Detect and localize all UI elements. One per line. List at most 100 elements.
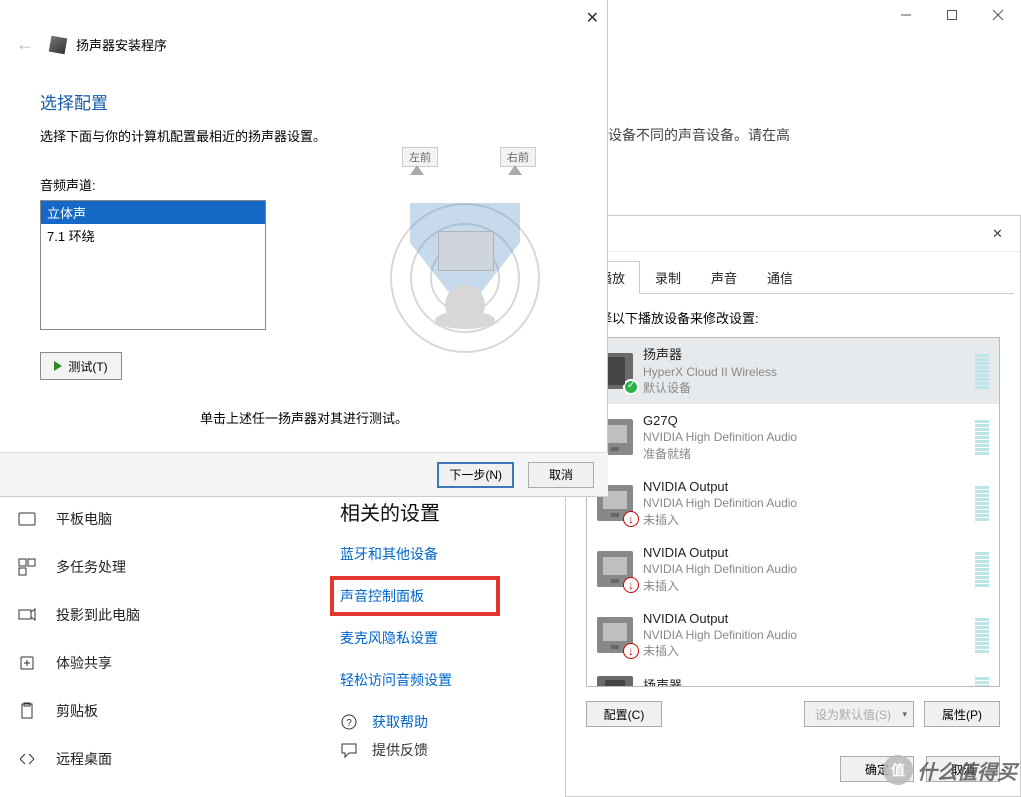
watermark: 值 什么值得买 (883, 755, 1017, 785)
unplugged-icon: ↓ (623, 643, 639, 659)
sidebar-item-label: 剪贴板 (56, 701, 98, 721)
device-row[interactable]: 扬声器HyperX Cloud II Wireless默认设备 (587, 338, 999, 404)
listener-icon (445, 285, 485, 325)
device-sub: NVIDIA High Definition Audio (643, 429, 965, 445)
share-icon (18, 654, 36, 672)
device-list[interactable]: 扬声器HyperX Cloud II Wireless默认设备G27QNVIDI… (586, 337, 1000, 687)
link-sound-control-panel[interactable]: 声音控制面板 (340, 586, 490, 606)
device-row[interactable]: ↓NVIDIA OutputNVIDIA High Definition Aud… (587, 602, 999, 668)
level-meter (975, 676, 989, 687)
tab-comm[interactable]: 通信 (752, 261, 808, 294)
minimize-button[interactable] (883, 0, 929, 30)
cancel-button[interactable]: 取消 (528, 462, 594, 488)
properties-button[interactable]: 属性(P) (924, 701, 1000, 727)
channel-option-stereo[interactable]: 立体声 (41, 201, 265, 224)
sidebar-item-label: 多任务处理 (56, 557, 126, 577)
sidebar-item-clipboard[interactable]: 剪贴板 (10, 687, 310, 735)
watermark-text: 什么值得买 (917, 756, 1017, 785)
level-meter (975, 353, 989, 389)
speaker-right-icon[interactable] (508, 165, 522, 175)
settings-fragment-text: 设备不同的声音设备。请在高 (608, 125, 790, 145)
maximize-button[interactable] (929, 0, 975, 30)
device-row[interactable]: 扬声器Realtek(R) Audio (587, 668, 999, 687)
unplugged-icon: ↓ (623, 577, 639, 593)
device-status: 默认设备 (643, 380, 965, 396)
link-bluetooth[interactable]: 蓝牙和其他设备 (340, 544, 560, 564)
sidebar-item-tablet[interactable]: 平板电脑 (10, 495, 310, 543)
channel-list[interactable]: 立体声 7.1 环绕 (40, 200, 266, 330)
play-icon (54, 361, 62, 371)
device-name: G27Q (643, 412, 965, 430)
project-icon (18, 606, 36, 624)
sidebar-item-multitask[interactable]: 多任务处理 (10, 543, 310, 591)
highlight-sound-control-panel: 声音控制面板 (330, 576, 500, 616)
close-icon[interactable]: ✕ (992, 226, 1010, 242)
device-info: G27QNVIDIA High Definition Audio准备就绪 (643, 412, 965, 462)
sound-instruction: 选择以下播放设备来修改设置: (566, 294, 1020, 337)
level-meter (975, 485, 989, 521)
device-sub: HyperX Cloud II Wireless (643, 364, 965, 380)
back-icon[interactable]: ← (10, 34, 40, 55)
test-button[interactable]: 测试(T) (40, 352, 122, 380)
related-settings: 相关的设置 蓝牙和其他设备 声音控制面板 麦克风隐私设置 轻松访问音频设置 ? … (340, 497, 560, 760)
wizard-footer: 下一步(N) 取消 (0, 452, 608, 496)
device-info: NVIDIA OutputNVIDIA High Definition Audi… (643, 544, 965, 594)
svg-text:?: ? (346, 718, 352, 729)
unplugged-icon: ↓ (623, 511, 639, 527)
channel-option-71[interactable]: 7.1 环绕 (41, 224, 265, 247)
device-row[interactable]: ↓NVIDIA OutputNVIDIA High Definition Aud… (587, 470, 999, 536)
tab-record[interactable]: 录制 (640, 261, 696, 294)
clipboard-icon (18, 702, 36, 720)
device-info: 扬声器Realtek(R) Audio (643, 677, 965, 687)
label-right-front: 右前 (500, 147, 536, 167)
device-name: NVIDIA Output (643, 544, 965, 562)
multitask-icon (18, 558, 36, 576)
wizard-icon (49, 35, 68, 54)
feedback-link[interactable]: 提供反馈 (340, 740, 560, 760)
level-meter (975, 617, 989, 653)
window-controls (883, 0, 1021, 30)
sidebar-item-label: 平板电脑 (56, 509, 112, 529)
help-icon: ? (340, 713, 358, 731)
wizard-hint: 单击上述任一扬声器对其进行测试。 (0, 408, 608, 427)
speaker-icon (597, 676, 633, 687)
device-status: 未插入 (643, 512, 965, 528)
device-name: 扬声器 (643, 677, 965, 687)
monitor-icon: ↓ (597, 551, 633, 587)
sidebar-item-label: 投影到此电脑 (56, 605, 140, 625)
related-title: 相关的设置 (340, 497, 560, 526)
feedback-icon (340, 741, 358, 759)
next-button[interactable]: 下一步(N) (437, 462, 514, 488)
device-status: 未插入 (643, 643, 965, 659)
link-ease-audio[interactable]: 轻松访问音频设置 (340, 670, 560, 690)
sidebar-item-remote[interactable]: 远程桌面 (10, 735, 310, 783)
set-default-button[interactable]: 设为默认值(S) (804, 701, 914, 727)
device-name: 扬声器 (643, 346, 965, 364)
sidebar-item-share[interactable]: 体验共享 (10, 639, 310, 687)
device-sub: NVIDIA High Definition Audio (643, 627, 965, 643)
test-label: 测试(T) (68, 358, 107, 375)
close-button[interactable] (975, 0, 1021, 30)
device-row[interactable]: ↓NVIDIA OutputNVIDIA High Definition Aud… (587, 536, 999, 602)
device-sub: NVIDIA High Definition Audio (643, 495, 965, 511)
tab-sound[interactable]: 声音 (696, 261, 752, 294)
close-icon[interactable]: ✕ (586, 8, 599, 28)
sidebar-item-project[interactable]: 投影到此电脑 (10, 591, 310, 639)
sound-dialog: 声 ✕ 播放 录制 声音 通信 选择以下播放设备来修改设置: 扬声器HyperX… (565, 215, 1021, 797)
device-info: NVIDIA OutputNVIDIA High Definition Audi… (643, 610, 965, 660)
get-help-link[interactable]: ? 获取帮助 (340, 712, 560, 732)
configure-button[interactable]: 配置(C) (586, 701, 662, 727)
device-name: NVIDIA Output (643, 610, 965, 628)
speaker-setup-wizard: ✕ ← 扬声器安装程序 选择配置 选择下面与你的计算机配置最相近的扬声器设置。 … (0, 0, 608, 497)
wizard-title: 扬声器安装程序 (76, 35, 167, 54)
device-row[interactable]: G27QNVIDIA High Definition Audio准备就绪 (587, 404, 999, 470)
speaker-left-icon[interactable] (410, 165, 424, 175)
level-meter (975, 551, 989, 587)
sound-dialog-title: 声 (576, 224, 992, 243)
link-mic-privacy[interactable]: 麦克风隐私设置 (340, 628, 560, 648)
desk-icon (438, 231, 494, 271)
watermark-icon: 值 (883, 755, 913, 785)
section-desc: 选择下面与你的计算机配置最相近的扬声器设置。 (40, 126, 567, 145)
section-title: 选择配置 (40, 89, 567, 114)
device-info: NVIDIA OutputNVIDIA High Definition Audi… (643, 478, 965, 528)
